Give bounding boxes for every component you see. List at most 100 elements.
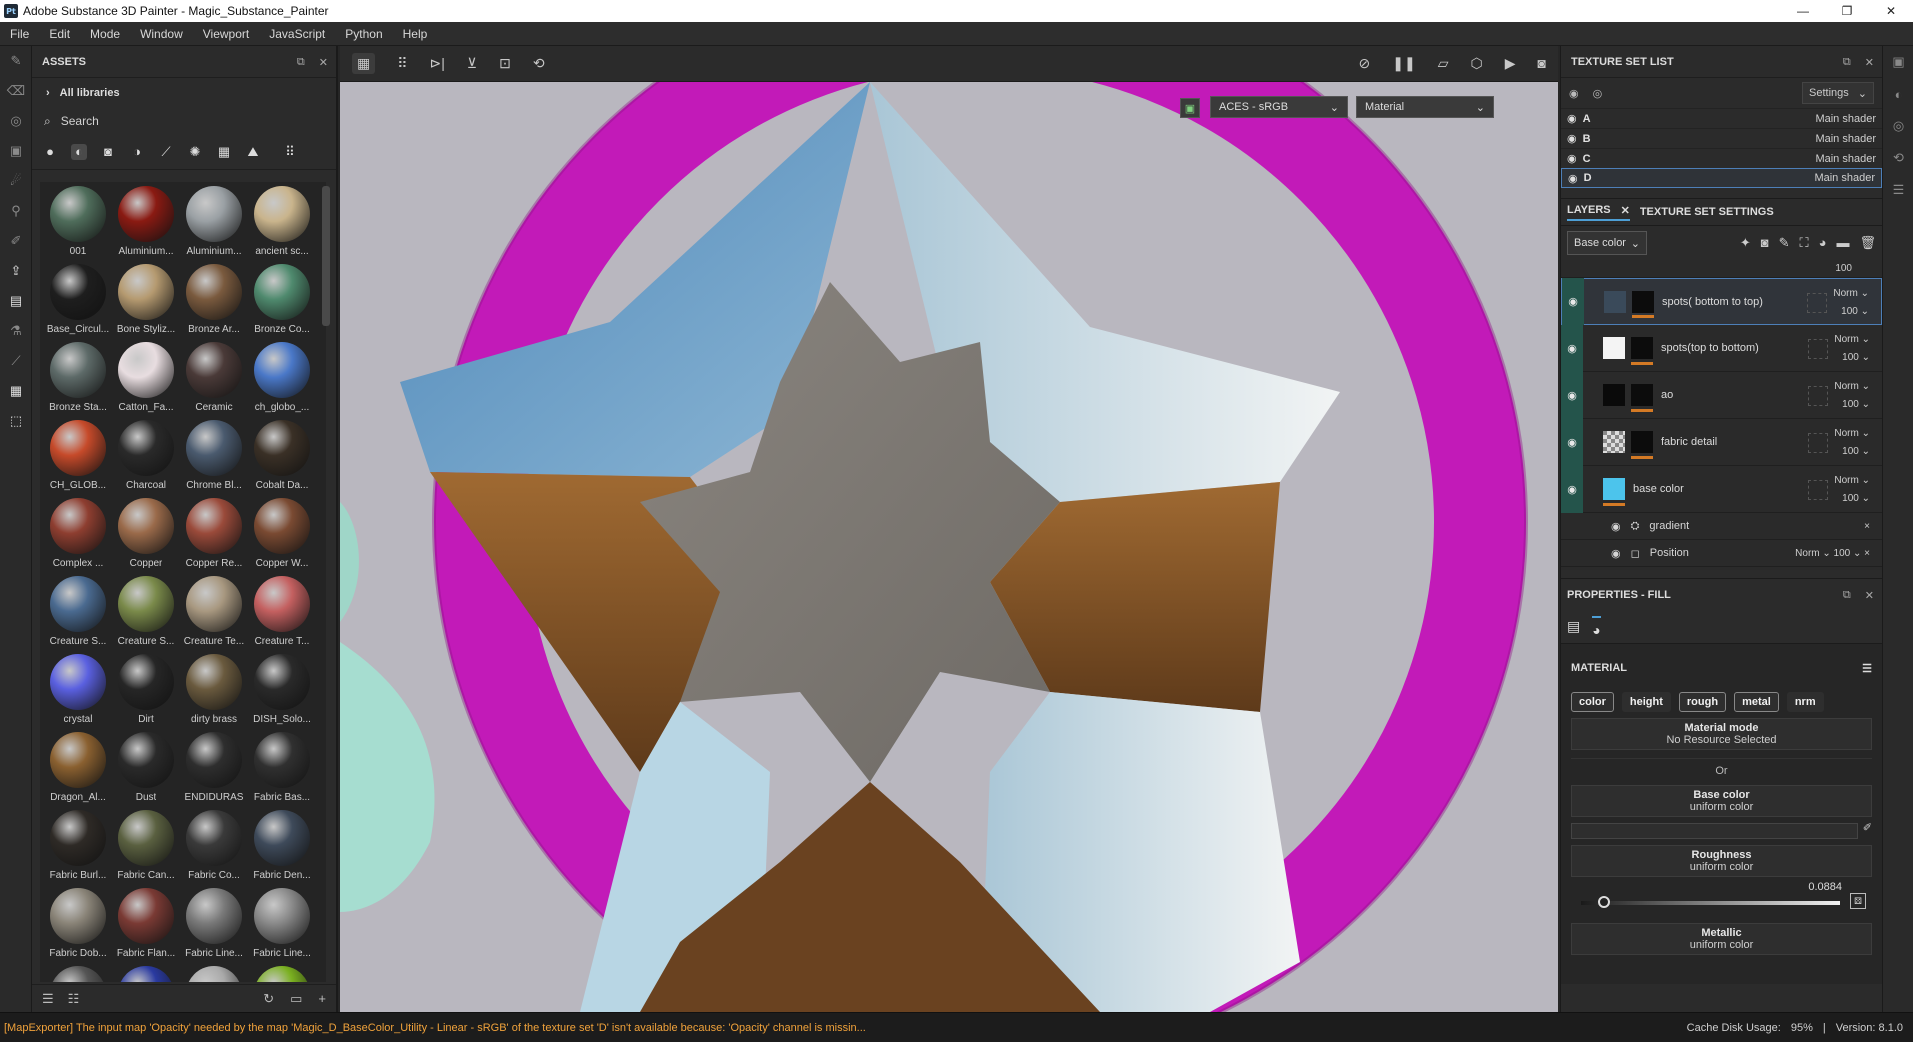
menu-python[interactable]: Python: [335, 27, 392, 41]
shelf-icon[interactable]: ▤: [0, 286, 32, 316]
layer-blend[interactable]: Norm ⌄ 100 ⌄: [1834, 472, 1870, 508]
blend-mode[interactable]: Norm: [1834, 381, 1858, 392]
material-thumbnail[interactable]: Bone Styliz...: [112, 264, 180, 342]
material-thumbnail[interactable]: CH_GLOB...: [44, 420, 112, 498]
shader-icon[interactable]: ◎: [1883, 110, 1913, 142]
material-thumbnail[interactable]: 001: [44, 186, 112, 264]
eye-icon[interactable]: ◎: [1593, 87, 1603, 100]
eye-icon[interactable]: ◉: [1567, 152, 1577, 165]
layer-row[interactable]: ◉ fabric detail Norm ⌄ 100 ⌄: [1561, 418, 1882, 466]
material-thumbnail[interactable]: Dirt: [112, 654, 180, 732]
split-view-icon[interactable]: ⠿: [397, 55, 407, 72]
material-thumbnail[interactable]: dirty brass: [180, 654, 248, 732]
3d-view-icon[interactable]: ⬡: [1471, 55, 1483, 72]
blend-mode[interactable]: Norm: [1833, 288, 1857, 299]
assets-search[interactable]: ⌕ Search: [32, 108, 336, 134]
list-view-icon[interactable]: ☰: [42, 991, 54, 1007]
status-message[interactable]: [MapExporter] The input map 'Opacity' ne…: [4, 1022, 1204, 1034]
texture-set-row[interactable]: ◉ B Main shader: [1561, 128, 1882, 148]
roughness-slider-track[interactable]: [1581, 901, 1840, 905]
material-thumbnail[interactable]: Creature Te...: [180, 576, 248, 654]
material-thumbnail[interactable]: Complex ...: [44, 498, 112, 576]
channel-toggle-nrm[interactable]: nrm: [1786, 692, 1824, 712]
channel-dropdown[interactable]: Base color ⌄: [1567, 231, 1647, 255]
material-thumbnail[interactable]: Bronze Co...: [248, 264, 316, 342]
smudge-icon[interactable]: ☄: [0, 166, 32, 196]
material-thumbnail[interactable]: Chrome Bl...: [180, 420, 248, 498]
folder-layer-partial[interactable]: 100: [1561, 260, 1882, 278]
material-mode-slot[interactable]: Material mode No Resource Selected: [1571, 718, 1872, 750]
assets-icon[interactable]: ⇪: [0, 256, 32, 286]
eraser-icon[interactable]: ⌫: [0, 76, 32, 106]
color-picker-icon[interactable]: ✐: [0, 226, 32, 256]
add-effect-icon[interactable]: ✦: [1740, 235, 1751, 251]
material-thumbnail[interactable]: ch_globo_...: [248, 342, 316, 420]
material-thumbnail[interactable]: Fabric Flan...: [112, 888, 180, 966]
layer-opacity[interactable]: 100: [1842, 446, 1859, 457]
2d-view-icon[interactable]: ▱: [1438, 55, 1449, 72]
layer-opacity[interactable]: 100: [1841, 306, 1858, 317]
add-paint-layer-icon[interactable]: ✎: [1779, 235, 1790, 251]
masks-filter-icon[interactable]: ◙: [100, 144, 116, 160]
eye-icon[interactable]: ◉: [1611, 547, 1621, 560]
log-icon[interactable]: ☰: [1883, 174, 1913, 206]
material-thumbnail[interactable]: [248, 966, 316, 982]
layer-blend[interactable]: Norm ⌄ 100 ⌄: [1833, 285, 1869, 321]
details-view-icon[interactable]: ☷: [68, 991, 80, 1007]
eyedropper-icon[interactable]: ✐: [1863, 821, 1872, 834]
polygon-fill-icon[interactable]: ▣: [0, 136, 32, 166]
display-icon[interactable]: ◐: [1883, 78, 1913, 110]
material-thumbnail[interactable]: ancient sc...: [248, 186, 316, 264]
material-thumbnail[interactable]: Copper Re...: [180, 498, 248, 576]
eye-icon[interactable]: ◉: [1611, 520, 1621, 533]
eye-icon[interactable]: ◉: [1567, 112, 1577, 125]
material-thumbnail[interactable]: Dust: [112, 732, 180, 810]
close-button[interactable]: ✕: [1869, 0, 1913, 22]
roughness-slider[interactable]: 0.0884 ⚄: [1571, 877, 1872, 913]
base-color-slot[interactable]: Base color uniform color: [1571, 785, 1872, 817]
display-settings-icon[interactable]: ▦: [0, 376, 32, 406]
close-tab-icon[interactable]: ✕: [1621, 204, 1630, 217]
material-thumbnail[interactable]: Creature S...: [112, 576, 180, 654]
screenshot-icon[interactable]: ◙: [1538, 55, 1546, 72]
history-icon[interactable]: ⟲: [533, 55, 545, 72]
tab-texture-set-settings[interactable]: TEXTURE SET SETTINGS: [1640, 206, 1774, 218]
material-thumbnail[interactable]: DISH_Solo...: [248, 654, 316, 732]
blend-mode[interactable]: Norm: [1834, 475, 1858, 486]
visibility-toggle-icon[interactable]: ◉: [1569, 87, 1579, 100]
eye-icon[interactable]: ◉: [1561, 371, 1583, 419]
texture-set-icon[interactable]: ▣: [1883, 46, 1913, 78]
material-thumbnail[interactable]: ENDIDURAS: [180, 732, 248, 810]
effect-blend[interactable]: Norm ⌄ 100 ⌄ ×: [1795, 548, 1870, 559]
menu-file[interactable]: File: [0, 27, 39, 41]
menu-mode[interactable]: Mode: [80, 27, 130, 41]
layer-opacity[interactable]: 100: [1842, 399, 1859, 410]
3d-viewport[interactable]: ▣ ACES - sRGB ⌄ Material ⌄: [340, 82, 1558, 1012]
layer-row[interactable]: ◉ base color Norm ⌄ 100 ⌄: [1561, 465, 1882, 513]
texture-set-settings-dropdown[interactable]: Settings ⌄: [1802, 82, 1874, 104]
display-mode-dropdown[interactable]: Material ⌄: [1356, 96, 1494, 118]
material-thumbnail[interactable]: crystal: [44, 654, 112, 732]
add-smart-material-icon[interactable]: ◕: [1819, 235, 1827, 251]
add-folder-icon[interactable]: ▬: [1836, 235, 1849, 251]
brushes-filter-icon[interactable]: ⟋: [158, 144, 174, 160]
textures-filter-icon[interactable]: ▦: [216, 144, 232, 160]
float-panel-icon[interactable]: ⧉: [1843, 589, 1851, 602]
layer-row[interactable]: ◉ ao Norm ⌄ 100 ⌄: [1561, 371, 1882, 419]
metallic-slot[interactable]: Metallic uniform color: [1571, 923, 1872, 955]
assets-scrollbar[interactable]: [322, 186, 330, 326]
blend-mode[interactable]: Norm: [1834, 334, 1858, 345]
blend-mode[interactable]: Norm: [1834, 428, 1858, 439]
export-icon[interactable]: ⬚: [0, 406, 32, 436]
material-thumbnail[interactable]: Fabric Dob...: [44, 888, 112, 966]
grid-view-icon[interactable]: ⠿: [282, 144, 298, 160]
channel-toggle-metal[interactable]: metal: [1734, 692, 1779, 712]
material-thumbnail[interactable]: Aluminium...: [180, 186, 248, 264]
tab-layers[interactable]: LAYERS ✕: [1567, 204, 1630, 221]
layer-blend[interactable]: Norm ⌄ 100 ⌄: [1834, 425, 1870, 461]
material-thumbnail[interactable]: Fabric Den...: [248, 810, 316, 888]
layer-opacity[interactable]: 100: [1842, 493, 1859, 504]
fill-properties-icon[interactable]: ▤: [1567, 618, 1580, 635]
material-thumbnail[interactable]: Base_Circul...: [44, 264, 112, 342]
menu-javascript[interactable]: JavaScript: [259, 27, 335, 41]
